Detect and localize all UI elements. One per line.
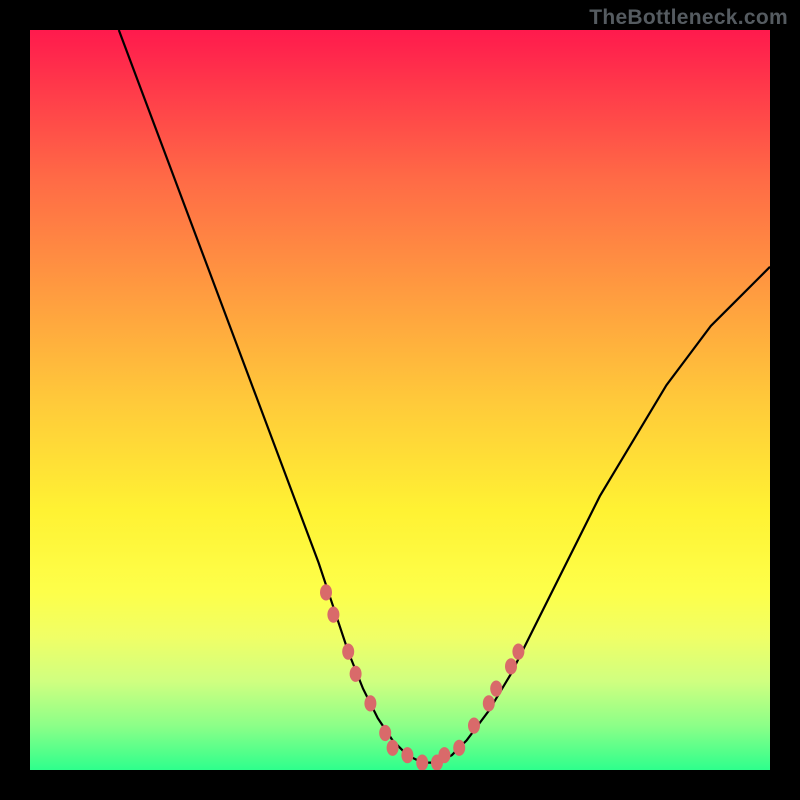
curve-marker <box>416 755 428 771</box>
curve-line <box>119 30 770 763</box>
curve-marker <box>379 725 391 741</box>
bottleneck-curve-chart <box>30 30 770 770</box>
curve-marker <box>327 607 339 623</box>
curve-marker <box>468 718 480 734</box>
curve-marker <box>401 747 413 763</box>
curve-marker <box>505 658 517 674</box>
curve-marker <box>342 644 354 660</box>
curve-marker <box>364 695 376 711</box>
curve-marker <box>453 740 465 756</box>
watermark-text: TheBottleneck.com <box>589 6 788 30</box>
curve-marker <box>350 666 362 682</box>
curve-marker <box>512 644 524 660</box>
curve-marker <box>490 681 502 697</box>
curve-markers <box>320 584 524 770</box>
curve-marker <box>438 747 450 763</box>
curve-marker <box>387 740 399 756</box>
curve-marker <box>483 695 495 711</box>
curve-marker <box>320 584 332 600</box>
